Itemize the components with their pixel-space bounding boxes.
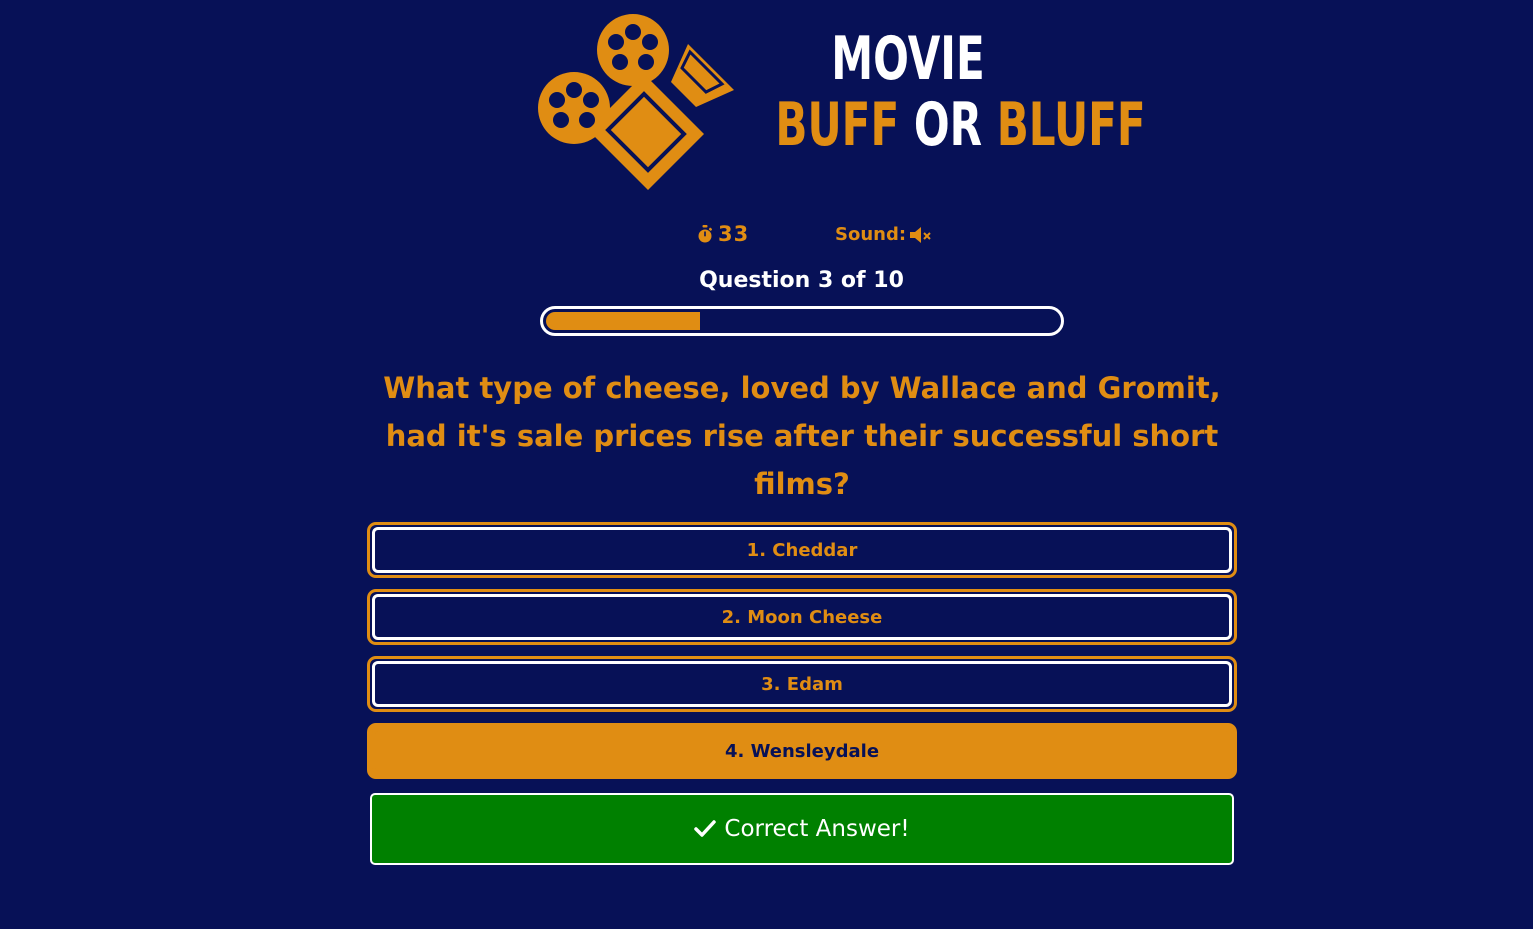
logo-word-buff: BUFF bbox=[775, 90, 900, 160]
answer-label: 4. Wensleydale bbox=[372, 728, 1232, 774]
answer-button-1[interactable]: 1. Cheddar bbox=[367, 522, 1237, 578]
volume-mute-icon[interactable] bbox=[909, 226, 935, 244]
logo-word-or: OR bbox=[913, 90, 983, 160]
answer-button-4[interactable]: 4. Wensleydale bbox=[367, 723, 1237, 779]
movie-camera-icon bbox=[538, 14, 734, 190]
quiz-page: MOVIE BUFF OR BLUFF 33 Sound: Question 3… bbox=[0, 0, 1533, 929]
logo-line-buff-or-bluff: BUFF OR BLUFF bbox=[775, 90, 1145, 160]
stopwatch-icon bbox=[698, 225, 713, 243]
answer-list: 1. Cheddar 2. Moon Cheese 3. Edam 4. Wensle… bbox=[367, 522, 1237, 790]
progress-track bbox=[546, 312, 1058, 330]
answer-label: 2. Moon Cheese bbox=[372, 594, 1232, 640]
logo-word-bluff: BLUFF bbox=[996, 90, 1146, 160]
sound-toggle[interactable]: Sound: bbox=[835, 224, 935, 245]
progress-fill bbox=[546, 312, 700, 330]
question-text: What type of cheese, loved by Wallace an… bbox=[383, 371, 1221, 501]
stats-bar: 33 Sound: bbox=[0, 220, 1533, 250]
progress-bar bbox=[540, 306, 1064, 336]
answer-button-2[interactable]: 2. Moon Cheese bbox=[367, 589, 1237, 645]
feedback-text: Correct Answer! bbox=[724, 816, 910, 842]
timer-value: 33 bbox=[718, 222, 750, 246]
answer-label: 3. Edam bbox=[372, 661, 1232, 707]
checkmark-icon bbox=[694, 820, 717, 837]
timer: 33 bbox=[697, 222, 749, 246]
logo-line-movie: MOVIE bbox=[831, 24, 985, 94]
logo-title: MOVIE BUFF OR BLUFF bbox=[738, 24, 1145, 160]
question-counter: Question 3 of 10 bbox=[699, 268, 904, 293]
logo: MOVIE BUFF OR BLUFF bbox=[536, 12, 1146, 192]
sound-label: Sound: bbox=[835, 224, 907, 245]
feedback-banner: Correct Answer! bbox=[370, 793, 1234, 865]
answer-button-3[interactable]: 3. Edam bbox=[367, 656, 1237, 712]
answer-label: 1. Cheddar bbox=[372, 527, 1232, 573]
